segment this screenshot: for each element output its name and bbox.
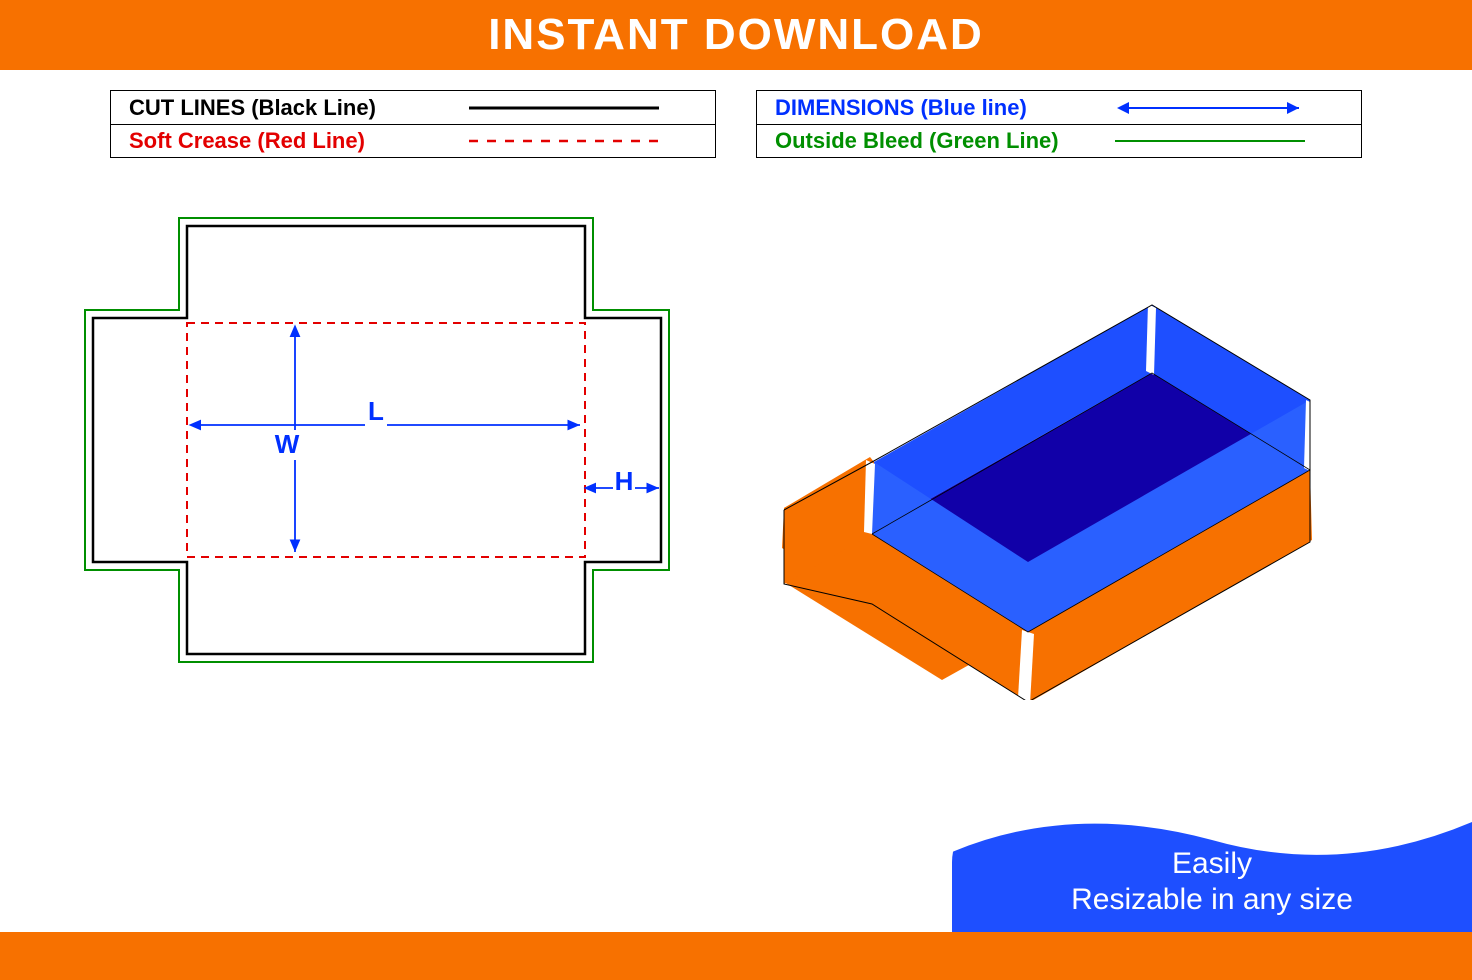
svg-text:H: H <box>615 466 634 496</box>
bleed-sample <box>1115 128 1343 154</box>
legend-label: DIMENSIONS (Blue line) <box>775 95 1095 121</box>
resizable-callout: Easily Resizable in any size <box>952 812 1472 932</box>
svg-text:L: L <box>368 396 384 426</box>
header-bar: INSTANT DOWNLOAD <box>0 0 1472 70</box>
legend-label: Soft Crease (Red Line) <box>129 128 449 154</box>
legend-soft-crease: Soft Crease (Red Line) <box>111 124 715 157</box>
callout-line2: Resizable in any size <box>1071 882 1353 918</box>
legend-bleed: Outside Bleed (Green Line) <box>757 124 1361 157</box>
dieline-diagram: L L W H <box>75 200 675 690</box>
dimension-sample <box>1115 94 1343 121</box>
crease-sample <box>469 128 697 154</box>
legend-label: Outside Bleed (Green Line) <box>775 128 1095 154</box>
legend-right: DIMENSIONS (Blue line) Outside Bleed (Gr… <box>756 90 1362 158</box>
legend-label: CUT LINES (Black Line) <box>129 95 449 121</box>
callout-line1: Easily <box>1172 846 1252 882</box>
box-3d-render <box>740 260 1380 700</box>
footer-bar <box>0 932 1472 980</box>
legend-cut-lines: CUT LINES (Black Line) <box>111 91 715 124</box>
legend-left: CUT LINES (Black Line) Soft Crease (Red … <box>110 90 716 158</box>
legend: CUT LINES (Black Line) Soft Crease (Red … <box>0 70 1472 158</box>
svg-text:W: W <box>275 429 300 459</box>
legend-dimensions: DIMENSIONS (Blue line) <box>757 91 1361 124</box>
cut-line-sample <box>469 94 697 121</box>
header-title: INSTANT DOWNLOAD <box>488 10 984 60</box>
